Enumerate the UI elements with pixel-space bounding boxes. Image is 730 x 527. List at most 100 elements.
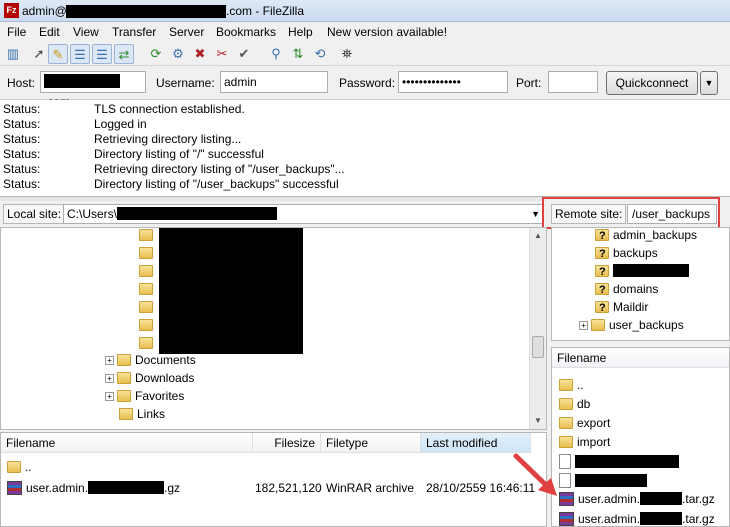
tree-folder[interactable] bbox=[139, 316, 157, 334]
local-directory-tree[interactable]: + Documents + Downloads + Favorites Links ▲… bbox=[0, 227, 547, 430]
file-row-redacted[interactable] bbox=[559, 453, 679, 471]
file-row-parent[interactable]: .. bbox=[7, 458, 32, 476]
filter-icon[interactable]: ⚲ bbox=[266, 44, 286, 64]
tree-item-domains[interactable]: ? domains bbox=[595, 280, 658, 298]
title-bar: Fz admin@ .com - FileZilla bbox=[0, 0, 730, 22]
toggle-log-icon[interactable]: ✎ bbox=[48, 44, 68, 64]
column-last-modified[interactable]: Last modified bbox=[421, 433, 531, 453]
chevron-down-icon[interactable]: ▼ bbox=[531, 205, 540, 223]
local-path-input[interactable]: C:\Users\ ▼ bbox=[63, 204, 543, 224]
search-icon[interactable]: ⛯ bbox=[337, 44, 357, 64]
file-row[interactable]: user.admin. .gz 182,521,120 WinRAR archiv… bbox=[7, 479, 537, 497]
expand-icon[interactable]: + bbox=[579, 321, 588, 330]
archive-icon bbox=[7, 481, 22, 495]
expand-icon[interactable]: + bbox=[105, 356, 114, 365]
redacted-filename bbox=[88, 481, 165, 494]
folder-icon bbox=[119, 408, 133, 420]
folder-icon bbox=[559, 379, 573, 391]
redacted-filename bbox=[640, 492, 683, 505]
local-path-prefix: C:\Users\ bbox=[67, 207, 118, 221]
local-site-label: Local site: bbox=[3, 204, 66, 224]
process-queue-icon[interactable]: ⚙ bbox=[168, 44, 188, 64]
scroll-thumb[interactable] bbox=[532, 336, 544, 358]
column-filename[interactable]: Filename bbox=[1, 433, 253, 453]
menu-new-version[interactable]: New version available! bbox=[327, 25, 447, 39]
expand-icon[interactable]: + bbox=[105, 392, 114, 401]
tree-folder[interactable] bbox=[139, 280, 157, 298]
folder-icon bbox=[591, 319, 605, 331]
scroll-down-icon[interactable]: ▼ bbox=[530, 413, 546, 429]
folder-row-export[interactable]: export bbox=[559, 414, 610, 432]
menu-view[interactable]: View bbox=[73, 25, 99, 39]
file-type: WinRAR archive bbox=[326, 481, 415, 495]
reconnect-icon[interactable]: ✔ bbox=[234, 44, 254, 64]
tree-item-admin-backups[interactable]: ? admin_backups bbox=[595, 228, 697, 244]
tree-item-backups[interactable]: ? backups bbox=[595, 244, 658, 262]
cancel-icon[interactable]: ✖ bbox=[190, 44, 210, 64]
file-row-backup[interactable]: user.admin. .tar.gz bbox=[559, 510, 715, 526]
menu-help[interactable]: Help bbox=[288, 25, 313, 39]
column-filetype[interactable]: Filetype bbox=[321, 433, 421, 453]
toggle-queue-icon[interactable]: ⇄ bbox=[114, 44, 134, 64]
folder-icon bbox=[139, 301, 153, 313]
column-filename[interactable]: Filename bbox=[552, 348, 729, 368]
tree-item-maildir[interactable]: ? Maildir bbox=[595, 298, 648, 316]
site-manager-icon[interactable]: ▥ bbox=[3, 44, 23, 64]
username-label: Username: bbox=[156, 76, 215, 90]
scroll-up-icon[interactable]: ▲ bbox=[530, 228, 546, 244]
file-row-redacted[interactable] bbox=[559, 472, 647, 490]
menu-bookmarks[interactable]: Bookmarks bbox=[216, 25, 276, 39]
remote-path-input[interactable]: /user_backups bbox=[627, 204, 717, 224]
remote-directory-tree[interactable]: ? admin_backups ? backups ? ? domains ? Mail… bbox=[551, 227, 730, 341]
redacted-folders bbox=[159, 228, 303, 354]
message-log[interactable]: Status: TLS connection established. Statu… bbox=[0, 100, 730, 197]
tree-item-links[interactable]: Links bbox=[119, 405, 165, 423]
tree-item-documents[interactable]: + Documents bbox=[105, 351, 196, 369]
tree-folder[interactable] bbox=[139, 228, 157, 244]
file-icon bbox=[559, 473, 571, 488]
redacted-filename bbox=[575, 455, 679, 468]
folder-icon bbox=[139, 337, 153, 349]
quickconnect-dropdown[interactable]: ▼ bbox=[700, 71, 718, 95]
menu-server[interactable]: Server bbox=[169, 25, 204, 39]
tree-folder[interactable] bbox=[139, 244, 157, 262]
redacted-filename bbox=[575, 474, 647, 487]
tree-item-favorites[interactable]: + Favorites bbox=[105, 387, 184, 405]
menu-transfer[interactable]: Transfer bbox=[112, 25, 156, 39]
expand-icon[interactable]: + bbox=[105, 374, 114, 383]
remote-file-list[interactable]: Filename .. db export import user.admin.… bbox=[551, 347, 730, 527]
folder-icon bbox=[139, 319, 153, 331]
unknown-folder-icon: ? bbox=[595, 265, 609, 278]
column-filesize[interactable]: Filesize bbox=[253, 433, 321, 453]
quickconnect-button[interactable]: Quickconnect bbox=[606, 71, 698, 95]
host-input[interactable]: .com bbox=[40, 71, 146, 109]
local-site-bar: Local site: C:\Users\ ▼ bbox=[0, 201, 547, 227]
archive-icon bbox=[559, 512, 574, 526]
port-input[interactable] bbox=[548, 71, 598, 93]
local-file-list[interactable]: Filename Filesize Filetype Last modified… bbox=[0, 432, 547, 527]
tree-folder[interactable] bbox=[139, 262, 157, 280]
redacted-host bbox=[44, 74, 120, 88]
tree-folder[interactable] bbox=[139, 298, 157, 316]
refresh-icon[interactable]: ⟳ bbox=[146, 44, 166, 64]
filezilla-icon: Fz bbox=[4, 3, 19, 18]
tree-item-redacted[interactable]: ? bbox=[595, 262, 689, 280]
cursor-icon: ➚ bbox=[33, 46, 45, 61]
file-row-parent[interactable]: .. bbox=[559, 376, 584, 394]
local-tree-scrollbar[interactable]: ▲ ▼ bbox=[529, 228, 546, 429]
menu-edit[interactable]: Edit bbox=[39, 25, 60, 39]
toggle-local-tree-icon[interactable]: ☰ bbox=[70, 44, 90, 64]
menu-file[interactable]: File bbox=[7, 25, 26, 39]
compare-icon[interactable]: ⇅ bbox=[288, 44, 308, 64]
tree-item-user-backups[interactable]: + user_backups bbox=[579, 316, 684, 334]
folder-row-db[interactable]: db bbox=[559, 395, 590, 413]
tree-folder[interactable] bbox=[139, 334, 157, 352]
disconnect-icon[interactable]: ✂ bbox=[212, 44, 232, 64]
username-input[interactable]: admin bbox=[220, 71, 328, 93]
toggle-remote-tree-icon[interactable]: ☰ bbox=[92, 44, 112, 64]
tree-item-downloads[interactable]: + Downloads bbox=[105, 369, 194, 387]
file-row-backup[interactable]: user.admin. .tar.gz bbox=[559, 490, 715, 508]
password-input[interactable]: •••••••••••••• bbox=[398, 71, 508, 93]
folder-row-import[interactable]: import bbox=[559, 433, 610, 451]
sync-browse-icon[interactable]: ⟲ bbox=[310, 44, 330, 64]
